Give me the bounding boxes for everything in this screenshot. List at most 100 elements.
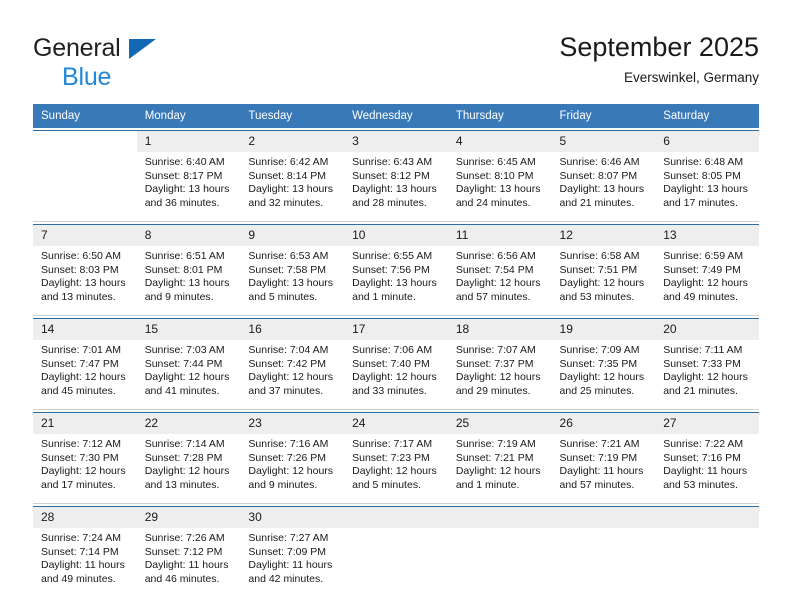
daylight-text-line1: Daylight: 12 hours bbox=[248, 465, 334, 478]
daylight-text-line2: and 57 minutes. bbox=[455, 290, 531, 303]
day-cell[interactable]: 12 Sunrise: 6:58 AM Sunset: 7:51 PM Dayligh… bbox=[551, 225, 656, 315]
day-number: 5 bbox=[551, 131, 656, 152]
day-number: 14 bbox=[33, 319, 137, 340]
day-number: 21 bbox=[33, 413, 137, 434]
calendar-cell: 21 Sunrise: 7:12 AM Sunset: 7:30 PM Dayligh… bbox=[33, 413, 137, 504]
day-cell[interactable]: 25 Sunrise: 7:19 AM Sunset: 7:21 PM Dayligh… bbox=[447, 413, 552, 503]
day-cell[interactable]: 15 Sunrise: 7:03 AM Sunset: 7:44 PM Dayligh… bbox=[136, 319, 241, 409]
daylight-text-line2: and 17 minutes. bbox=[663, 196, 738, 209]
day-cell[interactable]: 9 Sunrise: 6:53 AM Sunset: 7:58 PM Daylight… bbox=[240, 225, 345, 315]
daylight-text-line1: Daylight: 12 hours bbox=[41, 465, 126, 478]
day-cell[interactable]: 10 Sunrise: 6:55 AM Sunset: 7:56 PM Dayligh… bbox=[344, 225, 448, 315]
day-number: 17 bbox=[344, 319, 448, 340]
day-cell[interactable]: 27 Sunrise: 7:22 AM Sunset: 7:16 PM Dayligh… bbox=[655, 413, 759, 503]
daylight-text-line1: Daylight: 11 hours bbox=[248, 559, 333, 572]
sunset-text: Sunset: 7:35 PM bbox=[559, 357, 638, 370]
day-cell[interactable]: 11 Sunrise: 6:56 AM Sunset: 7:54 PM Dayligh… bbox=[447, 225, 552, 315]
day-cell[interactable]: 28 Sunrise: 7:24 AM Sunset: 7:14 PM Dayligh… bbox=[33, 507, 137, 597]
day-cell[interactable]: 19 Sunrise: 7:09 AM Sunset: 7:35 PM Dayligh… bbox=[551, 319, 656, 409]
day-number bbox=[33, 131, 137, 152]
day-cell[interactable]: 5 Sunrise: 6:46 AM Sunset: 8:07 PM Daylight… bbox=[551, 131, 656, 221]
calendar-cell: 15 Sunrise: 7:03 AM Sunset: 7:44 PM Dayligh… bbox=[136, 319, 241, 410]
day-cell[interactable]: 22 Sunrise: 7:14 AM Sunset: 7:28 PM Dayligh… bbox=[136, 413, 241, 503]
day-cell[interactable]: 3 Sunrise: 6:43 AM Sunset: 8:12 PM Daylight… bbox=[344, 131, 448, 221]
day-cell[interactable]: 18 Sunrise: 7:07 AM Sunset: 7:37 PM Dayligh… bbox=[447, 319, 552, 409]
day-cell[interactable]: 20 Sunrise: 7:11 AM Sunset: 7:33 PM Dayligh… bbox=[655, 319, 759, 409]
calendar-cell bbox=[344, 507, 448, 598]
day-cell[interactable]: 13 Sunrise: 6:59 AM Sunset: 7:49 PM Dayligh… bbox=[655, 225, 759, 315]
day-cell[interactable]: 24 Sunrise: 7:17 AM Sunset: 7:23 PM Dayligh… bbox=[344, 413, 448, 503]
daylight-text-line2: and 21 minutes. bbox=[663, 384, 738, 397]
calendar-head: Sunday Monday Tuesday Wednesday Thursday… bbox=[33, 104, 759, 128]
sunrise-text: Sunrise: 7:12 AM bbox=[41, 438, 121, 450]
daylight-text-line2: and 29 minutes. bbox=[455, 384, 531, 397]
sunrise-text: Sunrise: 6:50 AM bbox=[41, 250, 121, 262]
sunset-text: Sunset: 8:10 PM bbox=[455, 169, 534, 182]
daylight-text-line1: Daylight: 13 hours bbox=[352, 183, 437, 196]
day-cell[interactable]: 23 Sunrise: 7:16 AM Sunset: 7:26 PM Dayligh… bbox=[240, 413, 345, 503]
calendar-cell: 18 Sunrise: 7:07 AM Sunset: 7:37 PM Dayligh… bbox=[447, 319, 552, 410]
daylight-text-line2: and 45 minutes. bbox=[41, 384, 116, 397]
day-number: 27 bbox=[655, 413, 759, 434]
page-subtitle: Everswinkel, Germany bbox=[623, 70, 759, 85]
calendar-cell: 25 Sunrise: 7:19 AM Sunset: 7:21 PM Dayligh… bbox=[447, 413, 552, 504]
calendar-cell bbox=[33, 131, 137, 222]
day-cell[interactable]: 30 Sunrise: 7:27 AM Sunset: 7:09 PM Dayligh… bbox=[240, 507, 345, 597]
daylight-text-line2: and 28 minutes. bbox=[352, 196, 427, 209]
sunrise-text: Sunrise: 7:27 AM bbox=[248, 532, 329, 544]
day-number: 24 bbox=[344, 413, 448, 434]
day-sun-info: Sunrise: 7:12 AM Sunset: 7:30 PM Daylight:… bbox=[33, 434, 137, 492]
daylight-text-line2: and 25 minutes. bbox=[559, 384, 635, 397]
day-cell[interactable]: 26 Sunrise: 7:21 AM Sunset: 7:19 PM Dayligh… bbox=[551, 413, 656, 503]
daylight-text-line2: and 32 minutes. bbox=[248, 196, 324, 209]
sunrise-text: Sunrise: 7:03 AM bbox=[144, 344, 225, 356]
sunrise-text: Sunrise: 6:56 AM bbox=[455, 250, 536, 262]
sunrise-text: Sunrise: 7:09 AM bbox=[559, 344, 640, 356]
day-cell[interactable]: 2 Sunrise: 6:42 AM Sunset: 8:14 PM Daylight… bbox=[240, 131, 345, 221]
day-sun-info: Sunrise: 6:40 AM Sunset: 8:17 PM Daylight:… bbox=[137, 152, 241, 210]
sunrise-text: Sunrise: 6:53 AM bbox=[248, 250, 329, 262]
sunrise-text: Sunrise: 6:40 AM bbox=[144, 156, 225, 168]
calendar-cell: 17 Sunrise: 7:06 AM Sunset: 7:40 PM Dayligh… bbox=[344, 319, 448, 410]
sunset-text: Sunset: 7:23 PM bbox=[352, 451, 430, 464]
sunrise-text: Sunrise: 7:14 AM bbox=[144, 438, 225, 450]
calendar-cell: 22 Sunrise: 7:14 AM Sunset: 7:28 PM Dayligh… bbox=[136, 413, 241, 504]
daylight-text-line1: Daylight: 13 hours bbox=[455, 183, 541, 196]
day-cell[interactable]: 21 Sunrise: 7:12 AM Sunset: 7:30 PM Dayligh… bbox=[33, 413, 137, 503]
sunrise-text: Sunrise: 7:06 AM bbox=[352, 344, 433, 356]
weekday-header-saturday: Saturday bbox=[655, 104, 759, 128]
weekday-header-monday: Monday bbox=[136, 104, 241, 128]
day-number: 13 bbox=[655, 225, 759, 246]
day-cell[interactable]: 8 Sunrise: 6:51 AM Sunset: 8:01 PM Daylight… bbox=[136, 225, 241, 315]
day-sun-info: Sunrise: 7:09 AM Sunset: 7:35 PM Daylight:… bbox=[552, 340, 656, 398]
day-number: 3 bbox=[344, 131, 448, 152]
day-cell[interactable]: 7 Sunrise: 6:50 AM Sunset: 8:03 PM Daylight… bbox=[33, 225, 137, 315]
day-cell[interactable]: 17 Sunrise: 7:06 AM Sunset: 7:40 PM Dayligh… bbox=[344, 319, 448, 409]
day-number: 23 bbox=[240, 413, 345, 434]
daylight-text-line1: Daylight: 12 hours bbox=[144, 465, 230, 478]
logo-word-blue: Blue bbox=[62, 63, 112, 91]
daylight-text-line2: and 49 minutes. bbox=[41, 572, 116, 585]
sunrise-text: Sunrise: 7:26 AM bbox=[144, 532, 225, 544]
sunrise-text: Sunrise: 7:21 AM bbox=[559, 438, 640, 450]
day-cell[interactable]: 29 Sunrise: 7:26 AM Sunset: 7:12 PM Dayligh… bbox=[136, 507, 241, 597]
daylight-text-line2: and 41 minutes. bbox=[144, 384, 220, 397]
daylight-text-line1: Daylight: 13 hours bbox=[144, 183, 230, 196]
sunset-text: Sunset: 7:14 PM bbox=[41, 545, 119, 558]
day-number: 16 bbox=[240, 319, 345, 340]
daylight-text-line1: Daylight: 12 hours bbox=[455, 371, 541, 384]
sunrise-text: Sunrise: 7:17 AM bbox=[352, 438, 433, 450]
daylight-text-line2: and 42 minutes. bbox=[248, 572, 324, 585]
daylight-text-line1: Daylight: 12 hours bbox=[663, 277, 748, 290]
day-cell[interactable]: 4 Sunrise: 6:45 AM Sunset: 8:10 PM Daylight… bbox=[447, 131, 552, 221]
day-cell[interactable]: 16 Sunrise: 7:04 AM Sunset: 7:42 PM Dayligh… bbox=[240, 319, 345, 409]
calendar-table: Sunday Monday Tuesday Wednesday Thursday… bbox=[33, 104, 759, 597]
sunset-text: Sunset: 7:21 PM bbox=[455, 451, 534, 464]
sunset-text: Sunset: 8:17 PM bbox=[144, 169, 223, 182]
daylight-text-line1: Daylight: 12 hours bbox=[455, 465, 541, 478]
calendar-cell: 1 Sunrise: 6:40 AM Sunset: 8:17 PM Daylight… bbox=[136, 131, 241, 222]
day-cell[interactable]: 14 Sunrise: 7:01 AM Sunset: 7:47 PM Dayligh… bbox=[33, 319, 137, 409]
day-cell[interactable]: 6 Sunrise: 6:48 AM Sunset: 8:05 PM Daylight… bbox=[655, 131, 759, 221]
day-cell[interactable]: 1 Sunrise: 6:40 AM Sunset: 8:17 PM Daylight… bbox=[136, 131, 241, 221]
daylight-text-line1: Daylight: 12 hours bbox=[352, 465, 437, 478]
